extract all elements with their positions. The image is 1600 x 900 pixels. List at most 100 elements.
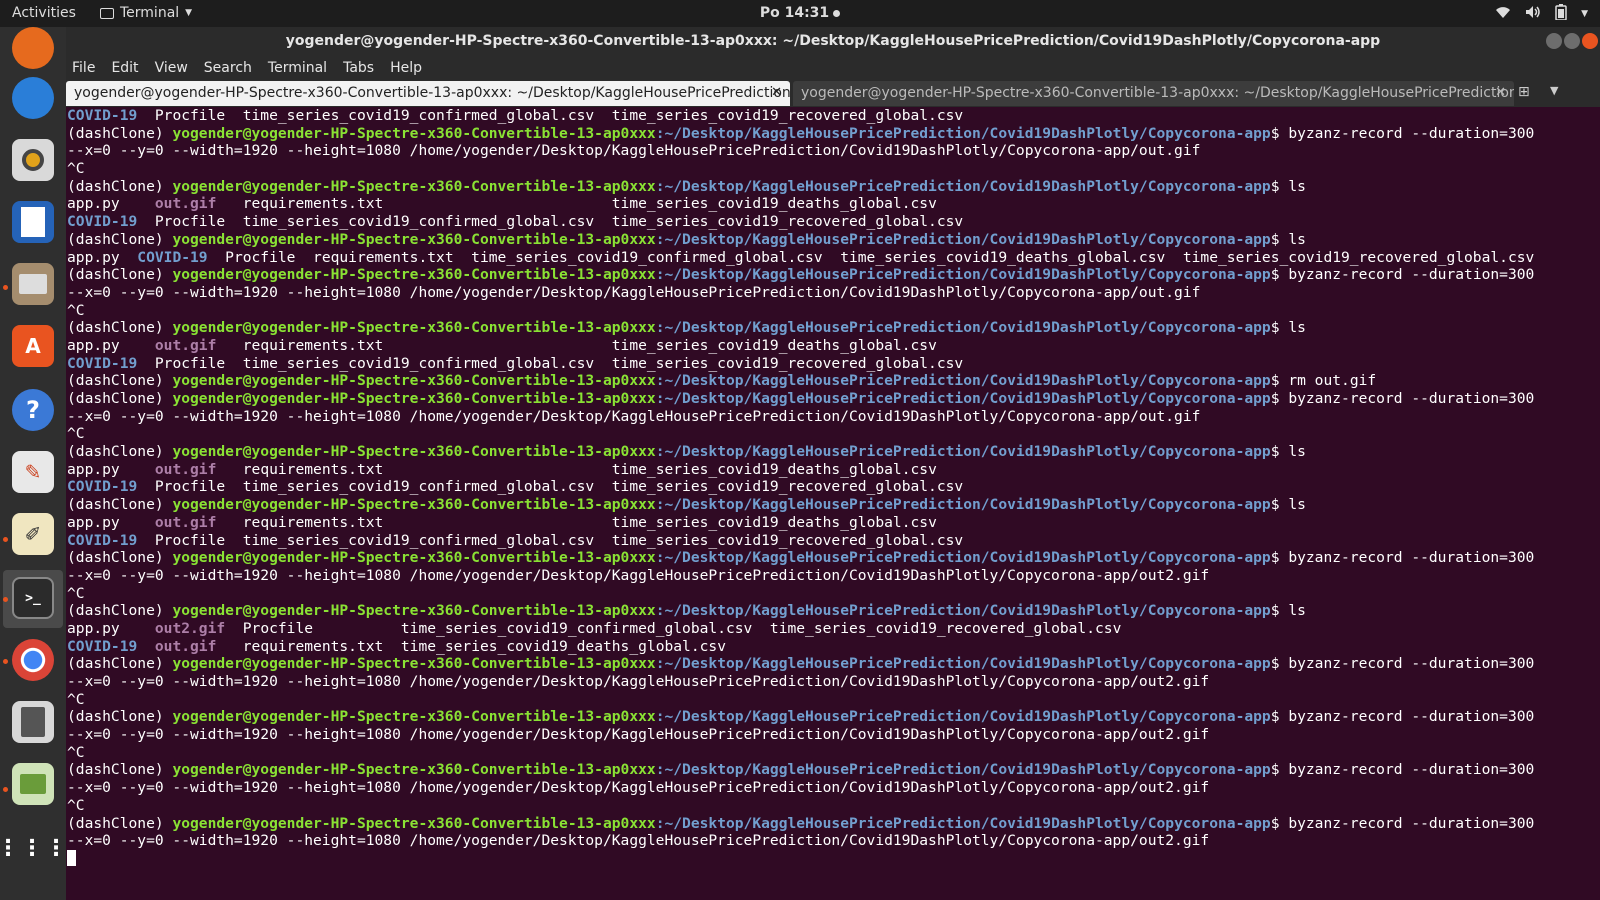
output-text: ^C: [67, 301, 85, 319]
terminal-line: COVID-19 Procfile time_series_covid19_co…: [67, 532, 1600, 550]
output-text: app.py: [67, 513, 155, 531]
prompt-user: yogender@yogender-HP-Spectre-x360-Conver…: [172, 443, 656, 461]
prompt-path: :~/Desktop/KaggleHousePricePrediction/Co…: [655, 761, 1271, 779]
new-tab-icon[interactable]: ⊞: [1518, 84, 1530, 100]
system-tray[interactable]: ▼: [1495, 4, 1588, 24]
command-text: rm out.gif: [1288, 372, 1377, 390]
prompt-env: (dashClone): [67, 177, 173, 195]
prompt-env: (dashClone): [67, 814, 173, 832]
output-text: out.gif: [154, 336, 217, 354]
close-button[interactable]: [1582, 33, 1598, 49]
notification-dot-icon: [833, 9, 841, 17]
terminal-line: (dashClone) yogender@yogender-HP-Spectre…: [67, 655, 1600, 673]
prompt-user: yogender@yogender-HP-Spectre-x360-Conver…: [172, 814, 656, 832]
menu-view[interactable]: View: [155, 60, 188, 76]
terminal-line: app.py out.gif requirements.txt time_ser…: [67, 514, 1600, 532]
output-text: Procfile requirements.txt time_series_co…: [207, 248, 1535, 266]
prompt-env: (dashClone): [67, 319, 173, 337]
files-icon[interactable]: [12, 263, 54, 305]
prompt-path: :~/Desktop/KaggleHousePricePrediction/Co…: [655, 390, 1271, 407]
command-text: ls: [1288, 443, 1306, 461]
output-text: Procfile time_series_covid19_confirmed_g…: [137, 107, 964, 124]
thunderbird-icon[interactable]: [12, 77, 54, 119]
menu-terminal[interactable]: Terminal: [268, 60, 327, 76]
menu-edit[interactable]: Edit: [111, 60, 138, 76]
output-text: app.py: [67, 619, 155, 637]
output-text: --x=0 --y=0 --width=1920 --height=1080 /…: [67, 566, 1210, 584]
prompt-dollar: $: [1270, 761, 1289, 779]
rhythmbox-icon[interactable]: [12, 139, 54, 181]
prompt-path: :~/Desktop/KaggleHousePricePrediction/Co…: [655, 266, 1271, 284]
software-icon[interactable]: A: [12, 325, 54, 367]
terminal-line: COVID-19 Procfile time_series_covid19_co…: [67, 213, 1600, 231]
menu-help[interactable]: Help: [390, 60, 422, 76]
terminal-line: --x=0 --y=0 --width=1920 --height=1080 /…: [67, 779, 1600, 797]
top-bar: Activities Terminal ▼ Po 14:31 ▼: [0, 0, 1600, 27]
window-titlebar[interactable]: yogender@yogender-HP-Spectre-x360-Conver…: [66, 27, 1600, 56]
command-text: byzanz-record --duration=300: [1288, 266, 1535, 284]
clock[interactable]: Po 14:31: [0, 5, 1600, 21]
app-grid-icon[interactable]: ⋮⋮⋮: [0, 827, 67, 869]
prompt-dollar: $: [1270, 443, 1289, 461]
dock: A ? ✎ ✐ >_ ⋮⋮⋮: [0, 27, 67, 900]
menu-tabs[interactable]: Tabs: [343, 60, 374, 76]
help-icon[interactable]: ?: [12, 389, 54, 431]
maximize-button[interactable]: [1564, 33, 1580, 49]
terminal-icon[interactable]: >_: [12, 577, 54, 619]
terminal-line: --x=0 --y=0 --width=1920 --height=1080 /…: [67, 567, 1600, 585]
prompt-path: :~/Desktop/KaggleHousePricePrediction/Co…: [655, 372, 1271, 390]
terminal-line: ^C: [67, 302, 1600, 320]
prompt-user: yogender@yogender-HP-Spectre-x360-Conver…: [172, 124, 656, 142]
terminal-line: (dashClone) yogender@yogender-HP-Spectre…: [67, 231, 1600, 249]
output-text: COVID-19: [67, 213, 138, 231]
prompt-user: yogender@yogender-HP-Spectre-x360-Conver…: [172, 655, 656, 673]
output-text: --x=0 --y=0 --width=1920 --height=1080 /…: [67, 407, 1201, 425]
wifi-icon: [1495, 5, 1511, 23]
prompt-user: yogender@yogender-HP-Spectre-x360-Conver…: [172, 602, 656, 620]
terminal-line: --x=0 --y=0 --width=1920 --height=1080 /…: [67, 832, 1600, 850]
prompt-dollar: $: [1270, 602, 1289, 620]
tab-2[interactable]: yogender@yogender-HP-Spectre-x360-Conver…: [793, 81, 1514, 106]
command-text: byzanz-record --duration=300: [1288, 390, 1535, 407]
text-cursor: [67, 849, 76, 866]
command-text: byzanz-record --duration=300: [1288, 655, 1535, 673]
chevron-down-icon[interactable]: ▼: [1550, 84, 1558, 97]
terminal-line: --x=0 --y=0 --width=1920 --height=1080 /…: [67, 726, 1600, 744]
chrome-icon[interactable]: [12, 639, 54, 681]
menu-search[interactable]: Search: [204, 60, 252, 76]
terminal-line: COVID-19 Procfile time_series_covid19_co…: [67, 478, 1600, 496]
output-text: COVID-19: [67, 107, 138, 124]
terminal-line: (dashClone) yogender@yogender-HP-Spectre…: [67, 761, 1600, 779]
terminal-line: (dashClone) yogender@yogender-HP-Spectre…: [67, 372, 1600, 390]
terminal-line: (dashClone) yogender@yogender-HP-Spectre…: [67, 266, 1600, 284]
prompt-path: :~/Desktop/KaggleHousePricePrediction/Co…: [655, 708, 1271, 726]
output-text: ^C: [67, 796, 85, 814]
document-viewer-icon[interactable]: ✎: [12, 451, 54, 493]
output-text: COVID-19: [67, 354, 138, 372]
firefox-icon[interactable]: [12, 27, 54, 69]
image-viewer-icon[interactable]: [12, 763, 54, 805]
terminal-output[interactable]: COVID-19 Procfile time_series_covid19_co…: [66, 107, 1600, 900]
terminal-line: (dashClone) yogender@yogender-HP-Spectre…: [67, 815, 1600, 833]
menu-file[interactable]: File: [72, 60, 95, 76]
calculator-icon[interactable]: [12, 701, 54, 743]
close-icon[interactable]: ✕: [1495, 81, 1506, 105]
output-text: requirements.txt time_series_covid19_dea…: [216, 513, 937, 531]
output-text: out.gif: [154, 195, 217, 213]
tab-1[interactable]: yogender@yogender-HP-Spectre-x360-Conver…: [66, 81, 790, 106]
terminal-line: (dashClone) yogender@yogender-HP-Spectre…: [67, 390, 1600, 408]
text-editor-icon[interactable]: ✐: [12, 513, 54, 555]
prompt-env: (dashClone): [67, 496, 173, 514]
prompt-env: (dashClone): [67, 602, 173, 620]
terminal-line: (dashClone) yogender@yogender-HP-Spectre…: [67, 178, 1600, 196]
running-indicator: [3, 659, 8, 664]
output-text: app.py: [67, 336, 155, 354]
chevron-down-icon: ▼: [1581, 9, 1588, 19]
prompt-user: yogender@yogender-HP-Spectre-x360-Conver…: [172, 230, 656, 248]
prompt-env: (dashClone): [67, 443, 173, 461]
minimize-button[interactable]: [1546, 33, 1562, 49]
close-icon[interactable]: ✕: [771, 81, 782, 105]
writer-icon[interactable]: [12, 201, 54, 243]
prompt-dollar: $: [1270, 319, 1289, 337]
prompt-path: :~/Desktop/KaggleHousePricePrediction/Co…: [655, 496, 1271, 514]
